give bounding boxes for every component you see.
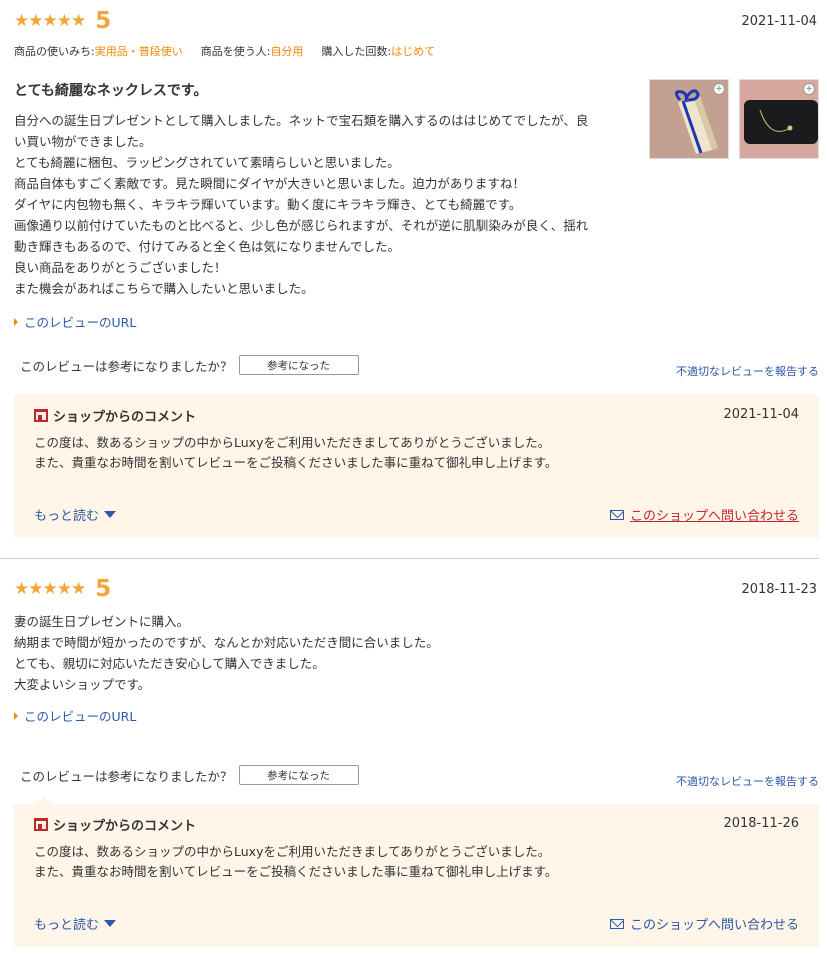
shop-comment-line: また、貴重なお時間を割いてレビューをご投稿くださいました事に重ねて御礼申し上げま… [34, 864, 558, 879]
review-item: ★★★★★ 5 2021-11-04 商品の使いみち:実用品・普段使い 商品を使う… [0, 0, 827, 558]
review-date: 2021-11-04 [741, 14, 817, 29]
review-body-line: 大変よいショップです。 [14, 677, 151, 692]
rating-row: ★★★★★ 5 [14, 576, 111, 602]
read-more-link[interactable]: もっと読む [34, 914, 117, 933]
review-url-link[interactable]: このレビューのURL [14, 312, 136, 331]
review-body-line: とても、親切に対応いただき安心して購入できました。 [14, 656, 325, 671]
review-url-label[interactable]: このレビューのURL [24, 312, 136, 331]
caret-down-icon [104, 511, 117, 518]
review-item: ★★★★★ 5 2018-11-23 妻の誕生日プレゼントに購入。 納期まで時間… [0, 560, 827, 962]
shop-icon [34, 409, 48, 422]
review-body-line: 良い商品をありがとうございました！ [14, 260, 227, 275]
review-body-line: とても綺麗に梱包、ラッピングされていて素晴らしいと思いました。 [14, 155, 400, 170]
review-url-label[interactable]: このレビューのURL [24, 706, 136, 725]
contact-shop-label[interactable]: このショップへ問い合わせる [630, 505, 799, 524]
helpful-button[interactable]: 参考になった [238, 765, 359, 785]
mail-icon [609, 509, 624, 520]
shop-comment-date: 2021-11-04 [723, 407, 799, 422]
count-value: はじめて [391, 45, 436, 58]
review-photo-thumbnail[interactable]: + [649, 79, 729, 159]
review-body-line: 自分への誕生日プレゼントとして購入しました。ネットで宝石類を購入するのははじめて… [14, 113, 589, 128]
star-rating-icon: ★★★★★ [14, 579, 86, 599]
shop-comment-text: この度は、数あるショップの中からLuxyをご利用いただきましてありがとうございま… [34, 842, 557, 882]
usage-label: 商品の使いみち: [14, 45, 95, 58]
review-body-line: また機会があればこちらで購入したいと思いました。 [14, 281, 314, 296]
helpful-question: このレビューは参考になりましたか？ [20, 358, 233, 374]
contact-shop-link[interactable]: このショップへ問い合わせる [609, 914, 799, 933]
shop-comment-heading: ショップからのコメント [34, 406, 196, 425]
helpful-row: このレビューは参考になりましたか？ 参考になった [20, 765, 359, 785]
zoom-icon[interactable]: + [713, 83, 725, 95]
usage-value: 実用品・普段使い [94, 45, 183, 58]
shop-comment-title: ショップからのコメント [53, 410, 197, 425]
helpful-button[interactable]: 参考になった [238, 355, 359, 375]
contact-shop-link[interactable]: このショップへ問い合わせる [609, 505, 799, 524]
star-rating-icon: ★★★★★ [14, 11, 86, 31]
read-more-label[interactable]: もっと読む [34, 505, 99, 524]
count-label: 購入した回数: [321, 45, 392, 58]
review-body-line: 画像通り以前付けていたものと比べると、少し色が感じられますが、それが逆に肌馴染み… [14, 218, 589, 233]
contact-shop-label[interactable]: このショップへ問い合わせる [630, 914, 799, 933]
bullet-triangle-icon [14, 711, 18, 720]
rating-score: 5 [95, 8, 112, 34]
read-more-link[interactable]: もっと読む [34, 505, 117, 524]
shop-comment-date: 2018-11-26 [723, 816, 799, 831]
speech-notch [36, 796, 52, 804]
review-title: とても綺麗なネックレスです。 [14, 83, 208, 99]
shop-comment-line: この度は、数あるショップの中からLuxyをご利用いただきましてありがとうございま… [34, 844, 551, 859]
review-body-line: 妻の誕生日プレゼントに購入。 [14, 614, 190, 629]
report-review-link[interactable]: 不適切なレビューを報告する [676, 773, 819, 789]
review-url-link[interactable]: このレビューのURL [14, 706, 136, 725]
review-body-line: ダイヤに内包物も無く、キラキラ輝いています。動く度にキラキラ輝き、とても綺麗です… [14, 197, 522, 212]
caret-down-icon [104, 920, 117, 927]
shop-comment-line: また、貴重なお時間を割いてレビューをご投稿くださいました事に重ねて御礼申し上げま… [34, 455, 558, 470]
shop-comment-heading: ショップからのコメント [34, 815, 196, 834]
shop-comment-line: この度は、数あるショップの中からLuxyをご利用いただきましてありがとうございま… [34, 435, 551, 450]
shop-comment-box: ショップからのコメント 2021-11-04 この度は、数あるショップの中からL… [14, 395, 819, 538]
rating-score: 5 [95, 576, 112, 602]
review-photo-thumbnail[interactable]: + [739, 79, 819, 159]
review-date: 2018-11-23 [741, 582, 817, 597]
review-body-line: 納期まで時間が短かったのですが、なんとか対応いただき間に合いました。 [14, 635, 439, 650]
bullet-triangle-icon [14, 317, 18, 326]
report-review-link[interactable]: 不適切なレビューを報告する [676, 363, 819, 379]
user-label: 商品を使う人: [200, 45, 271, 58]
shop-comment-title: ショップからのコメント [53, 819, 197, 834]
user-value: 自分用 [270, 45, 304, 58]
review-body: 自分への誕生日プレゼントとして購入しました。ネットで宝石類を購入するのははじめて… [14, 110, 629, 299]
review-body-line: 動き輝きもあるので、付けてみると全く色は気になりませんでした。 [14, 239, 401, 254]
zoom-icon[interactable]: + [803, 83, 815, 95]
helpful-question: このレビューは参考になりましたか？ [20, 768, 233, 784]
review-body-line: い買い物ができました。 [14, 134, 152, 149]
mail-icon [609, 918, 624, 929]
shop-icon [34, 818, 48, 831]
review-body-line: 商品自体もすごく素敵です。見た瞬間にダイヤが大きいと思いました。迫力がありますね… [14, 176, 525, 191]
review-meta: 商品の使いみち:実用品・普段使い 商品を使う人:自分用 購入した回数:はじめて [14, 43, 435, 59]
read-more-label[interactable]: もっと読む [34, 914, 99, 933]
shop-comment-text: この度は、数あるショップの中からLuxyをご利用いただきましてありがとうございま… [34, 433, 557, 473]
helpful-row: このレビューは参考になりましたか？ 参考になった [20, 355, 359, 375]
review-divider [0, 558, 819, 559]
review-body: 妻の誕生日プレゼントに購入。 納期まで時間が短かったのですが、なんとか対応いただ… [14, 611, 629, 695]
shop-comment-box: ショップからのコメント 2018-11-26 この度は、数あるショップの中からL… [14, 796, 819, 947]
rating-row: ★★★★★ 5 [14, 8, 111, 34]
